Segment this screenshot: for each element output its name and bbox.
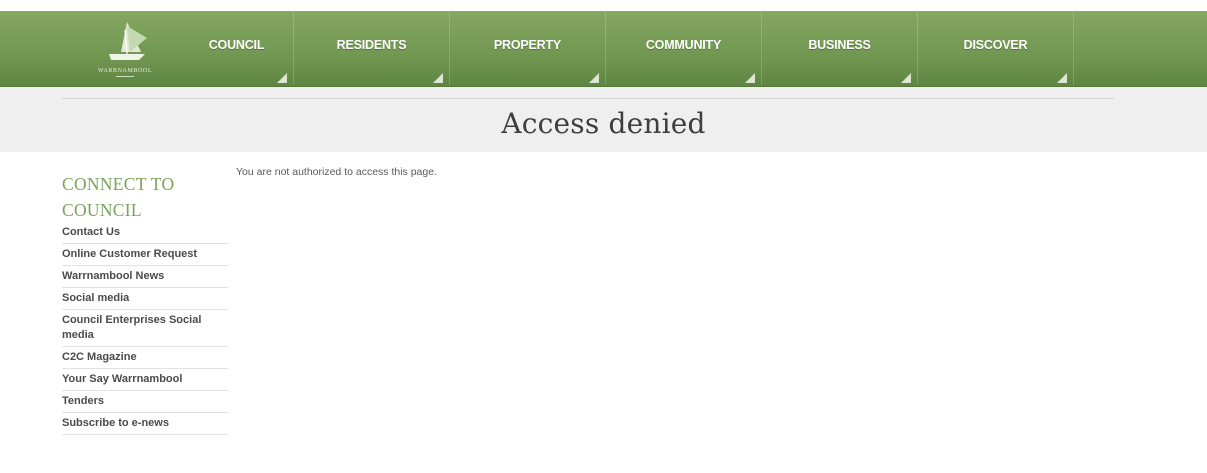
- nav-label: PROPERTY: [493, 38, 562, 52]
- nav-business[interactable]: BUSINESS: [762, 11, 918, 85]
- sidebar-item-your-say-warrnambool[interactable]: Your Say Warrnambool: [62, 369, 228, 391]
- nav-council[interactable]: COUNCIL: [180, 11, 294, 85]
- title-divider: [62, 98, 1114, 99]
- main-navigation-bar: WARRNAMBOOL COUNCIL RESIDENTS PROPERTY C…: [0, 0, 1207, 87]
- sidebar-item-c2c-magazine[interactable]: C2C Magazine: [62, 347, 228, 369]
- nav-label: DISCOVER: [963, 38, 1028, 52]
- sidebar-item-tenders[interactable]: Tenders: [62, 391, 228, 413]
- logo-wordmark: WARRNAMBOOL: [97, 67, 153, 74]
- nav-corner-icon: [745, 73, 755, 83]
- page-title: Access denied: [501, 107, 706, 140]
- nav-corner-icon: [1057, 73, 1067, 83]
- logo-underline: [116, 75, 134, 77]
- nav-corner-icon: [277, 73, 287, 83]
- nav-property[interactable]: PROPERTY: [450, 11, 606, 85]
- nav-corner-icon: [589, 73, 599, 83]
- sidebar-item-council-enterprises-social-media[interactable]: Council Enterprises Social media: [62, 310, 228, 347]
- sidebar: CONNECT TO COUNCIL Contact Us Online Cus…: [62, 171, 228, 435]
- nav-corner-icon: [901, 73, 911, 83]
- nav-label: BUSINESS: [808, 38, 871, 52]
- sidebar-item-social-media[interactable]: Social media: [62, 288, 228, 310]
- nav-community[interactable]: COMMUNITY: [606, 11, 762, 85]
- sidebar-item-contact-us[interactable]: Contact Us: [62, 225, 228, 244]
- nav-discover[interactable]: DISCOVER: [918, 11, 1074, 85]
- sidebar-list: Contact Us Online Customer Request Warrn…: [62, 225, 228, 435]
- sidebar-item-online-customer-request[interactable]: Online Customer Request: [62, 244, 228, 266]
- council-logo[interactable]: WARRNAMBOOL: [70, 11, 180, 85]
- nav-label: COUNCIL: [208, 38, 265, 52]
- sidebar-heading: CONNECT TO COUNCIL: [62, 174, 175, 220]
- sidebar-item-warrnambool-news[interactable]: Warrnambool News: [62, 266, 228, 288]
- nav-label: RESIDENTS: [336, 38, 407, 52]
- sidebar-item-subscribe-to-e-news[interactable]: Subscribe to e-news: [62, 413, 228, 435]
- navigation-inner: WARRNAMBOOL COUNCIL RESIDENTS PROPERTY C…: [8, 11, 1207, 87]
- page-title-band: Access denied: [0, 87, 1207, 152]
- access-denied-message: You are not authorized to access this pa…: [236, 166, 437, 178]
- nav-label: COMMUNITY: [645, 38, 722, 52]
- nav-corner-icon: [433, 73, 443, 83]
- nav-residents[interactable]: RESIDENTS: [294, 11, 450, 85]
- sail-logo-icon: [109, 21, 147, 60]
